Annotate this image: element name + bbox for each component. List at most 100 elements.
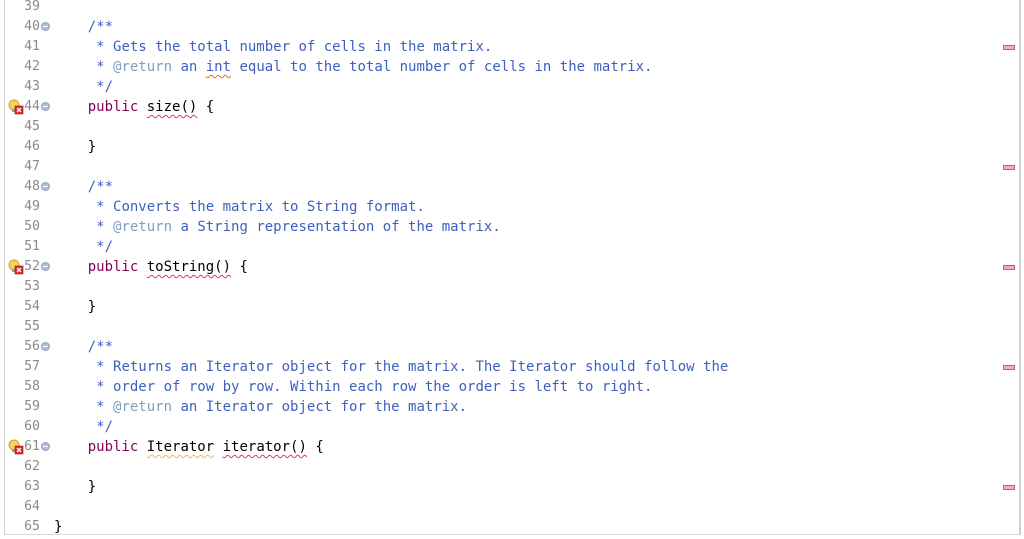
code-token: a String representation of the matrix. <box>172 219 501 235</box>
code-text: /** <box>54 337 113 357</box>
code-line[interactable]: 54 } <box>0 297 1000 317</box>
line-number: 40 <box>24 19 40 34</box>
code-line[interactable]: 45 <box>0 117 1000 137</box>
code-token: public <box>87 259 139 275</box>
code-text: } <box>54 517 62 537</box>
code-text: */ <box>54 417 113 437</box>
code-token: * Converts the matrix to String format. <box>96 199 425 215</box>
code-line[interactable]: 44 public size() { <box>0 97 1000 117</box>
code-text: * Returns an Iterator object for the mat… <box>54 357 728 377</box>
code-token: { <box>197 99 215 115</box>
line-number: 47 <box>24 159 40 174</box>
code-line[interactable]: 46 } <box>0 137 1000 157</box>
code-text: * order of row by row. Within each row t… <box>54 377 652 397</box>
code-line[interactable]: 47 <box>0 157 1000 177</box>
code-line[interactable]: 61 public Iterator iterator() { <box>0 437 1000 457</box>
code-token: } <box>87 139 97 155</box>
code-text: } <box>54 137 96 157</box>
code-line[interactable]: 42 * @return an int equal to the total n… <box>0 57 1000 77</box>
code-line[interactable]: 55 <box>0 317 1000 337</box>
line-number: 44 <box>24 99 40 114</box>
code-line[interactable]: 40 /** <box>0 17 1000 37</box>
code-line[interactable]: 59 * @return an Iterator object for the … <box>0 397 1000 417</box>
code-line[interactable]: 53 <box>0 277 1000 297</box>
code-text: */ <box>54 77 113 97</box>
code-text: /** <box>54 177 113 197</box>
line-number: 60 <box>24 419 40 434</box>
overview-error-marker[interactable] <box>1003 45 1015 50</box>
code-token: */ <box>96 239 114 255</box>
code-line[interactable]: 64 <box>0 497 1000 517</box>
overview-error-marker[interactable] <box>1003 485 1015 490</box>
code-token: public <box>87 439 139 455</box>
overview-error-marker[interactable] <box>1003 265 1015 270</box>
code-token: { <box>306 439 324 455</box>
code-text: * Converts the matrix to String format. <box>54 197 425 217</box>
code-token: an <box>172 59 206 75</box>
code-line[interactable]: 50 * @return a String representation of … <box>0 217 1000 237</box>
code-token: @return <box>113 59 173 75</box>
line-number: 50 <box>24 219 40 234</box>
code-line[interactable]: 58 * order of row by row. Within each ro… <box>0 377 1000 397</box>
code-text: * Gets the total number of cells in the … <box>54 37 492 57</box>
warning-token: Iterator <box>146 439 215 455</box>
code-line[interactable]: 56 /** <box>0 337 1000 357</box>
fold-collapse-icon[interactable] <box>41 442 50 451</box>
code-token: equal to the total number of cells in th… <box>231 59 653 75</box>
fold-collapse-icon[interactable] <box>41 102 50 111</box>
overview-error-marker[interactable] <box>1003 165 1015 170</box>
code-line[interactable]: 65} <box>0 517 1000 537</box>
line-number: 58 <box>24 379 40 394</box>
code-token: * <box>96 219 114 235</box>
code-line[interactable]: 63 } <box>0 477 1000 497</box>
fold-collapse-icon[interactable] <box>41 262 50 271</box>
line-number: 62 <box>24 459 40 474</box>
code-line[interactable]: 51 */ <box>0 237 1000 257</box>
code-token: * <box>96 399 114 415</box>
code-line[interactable]: 62 <box>0 457 1000 477</box>
code-line[interactable]: 48 /** <box>0 177 1000 197</box>
code-token: } <box>87 479 97 495</box>
line-number: 41 <box>24 39 40 54</box>
code-editor[interactable]: 39 40 /** 41 * Gets the total number of ce… <box>0 0 1024 539</box>
code-token: * order of row by row. Within each row t… <box>96 379 653 395</box>
line-number: 43 <box>24 79 40 94</box>
code-line[interactable]: 49 * Converts the matrix to String forma… <box>0 197 1000 217</box>
fold-collapse-icon[interactable] <box>41 342 50 351</box>
fold-collapse-icon[interactable] <box>41 22 50 31</box>
code-text: /** <box>54 17 113 37</box>
code-line[interactable]: 41 * Gets the total number of cells in t… <box>0 37 1000 57</box>
line-number: 52 <box>24 259 40 274</box>
code-line[interactable]: 57 * Returns an Iterator object for the … <box>0 357 1000 377</box>
line-number: 55 <box>24 319 40 334</box>
code-line[interactable]: 60 */ <box>0 417 1000 437</box>
code-text: } <box>54 477 96 497</box>
overview-error-marker[interactable] <box>1003 365 1015 370</box>
code-text: public Iterator iterator() { <box>54 437 324 457</box>
code-text: } <box>54 297 96 317</box>
code-line[interactable]: 39 <box>0 0 1000 17</box>
code-token: { <box>231 259 248 275</box>
code-token: int <box>205 59 232 75</box>
line-number: 54 <box>24 299 40 314</box>
code-text: */ <box>54 237 113 257</box>
code-line[interactable]: 52 public toString() { <box>0 257 1000 277</box>
code-line[interactable]: 43 */ <box>0 77 1000 97</box>
line-number: 46 <box>24 139 40 154</box>
line-number: 48 <box>24 179 40 194</box>
code-text: public toString() { <box>54 257 248 277</box>
line-number: 57 <box>24 359 40 374</box>
fold-collapse-icon[interactable] <box>41 182 50 191</box>
